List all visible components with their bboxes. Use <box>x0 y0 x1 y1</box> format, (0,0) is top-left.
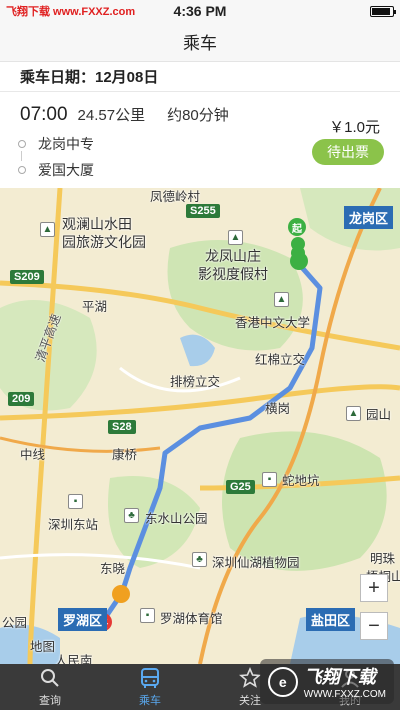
road-badge: G25 <box>226 480 255 494</box>
tab-label: 乘车 <box>139 695 161 707</box>
map-label: 中线 <box>20 448 46 462</box>
map-label: 香港中文大学 <box>235 316 311 330</box>
map-label: 深圳仙湖植物园 <box>212 556 300 570</box>
map-label: 凤德岭村 <box>150 190 201 204</box>
map-label: 观澜山水田 <box>62 216 132 232</box>
pending-ticket-button[interactable]: 待出票 <box>312 139 384 165</box>
page-title: 乘车 <box>183 34 217 53</box>
start-stop-label: 龙岗中专 <box>38 136 94 152</box>
district-label: 盐田区 <box>306 608 356 631</box>
bus-icon <box>141 668 159 688</box>
ride-date-bar: 乘车日期：12月08日 <box>0 62 400 92</box>
map-label: 深圳东站 <box>48 518 99 532</box>
attraction-icon: ▲ <box>346 406 361 421</box>
nav-bar: 乘车 <box>0 22 400 62</box>
route-waypoint[interactable] <box>290 252 308 270</box>
map-label: 园山 <box>366 408 392 422</box>
map-label: 罗湖体育馆 <box>160 612 223 626</box>
map-label: 明珠 <box>370 552 396 566</box>
map-label: 红棉立交 <box>255 353 306 367</box>
park-icon: ♣ <box>124 508 139 523</box>
map-label: 园旅游文化园 <box>62 234 146 250</box>
map-label: 人民南 <box>55 654 93 664</box>
district-label: 罗湖区 <box>58 608 108 631</box>
building-icon: ▪ <box>262 472 277 487</box>
road-badge: S209 <box>10 270 44 284</box>
zoom-out-button[interactable]: − <box>360 612 388 640</box>
watermark-brand: 飞翔下载 <box>303 667 376 687</box>
map-label: 平湖 <box>82 300 108 314</box>
map-label: 地图 <box>30 640 56 654</box>
map-label: 康桥 <box>112 448 138 462</box>
trip-duration: 约80分钟 <box>167 107 229 124</box>
current-position-marker[interactable] <box>112 585 130 603</box>
departure-time: 07:00 <box>20 104 68 125</box>
stadium-icon: ▪ <box>140 608 155 623</box>
start-marker[interactable]: 起 <box>288 218 306 236</box>
map-label: 排榜立交 <box>170 375 221 389</box>
attraction-icon: ▲ <box>40 222 55 237</box>
zoom-in-button[interactable]: + <box>360 574 388 602</box>
attraction-icon: ▲ <box>228 230 243 245</box>
park-icon: ♣ <box>192 552 207 567</box>
ride-date-label: 乘车日期：12月08日 <box>20 69 159 86</box>
map-label: 东水山公园 <box>145 512 208 526</box>
search-icon <box>41 669 59 687</box>
tab-ride[interactable]: 乘车 <box>100 664 200 710</box>
tab-label: 查询 <box>39 695 61 707</box>
road-badge: S28 <box>108 420 136 434</box>
stop-dot-icon <box>18 166 26 174</box>
watermark-logo-icon: e <box>267 666 298 697</box>
watermark-url: WWW.FXXZ.COM <box>303 689 386 700</box>
tab-label: 关注 <box>239 695 261 707</box>
district-label: 龙岗区 <box>344 206 394 229</box>
start-stop: 龙岗中专 <box>18 134 94 154</box>
route-map[interactable]: 起 终 凤德岭村 观澜山水田 园旅游文化园 龙凤山庄 影视度假村 平湖 香港中文… <box>0 188 400 664</box>
trip-distance: 24.57公里 <box>77 107 146 124</box>
end-stop-label: 爱国大厦 <box>38 162 94 178</box>
map-label: 影视度假村 <box>198 266 268 282</box>
trip-card[interactable]: 07:00 24.57公里 约80分钟 龙岗中专 爱国大厦 ￥1.0元 待出票 <box>0 92 400 188</box>
end-stop: 爱国大厦 <box>18 160 94 180</box>
status-time: 4:36 PM <box>173 3 227 19</box>
road-badge: S255 <box>186 204 220 218</box>
ticket-price: ￥1.0元 <box>329 119 380 136</box>
star-icon <box>239 666 261 688</box>
battery-icon <box>370 5 396 17</box>
map-label: 蛇地坑 <box>282 474 320 488</box>
status-bar: 飞翔下载 www.FXXZ.com 4:36 PM <box>0 0 400 22</box>
tab-search[interactable]: 查询 <box>0 664 100 710</box>
map-canvas <box>0 188 400 664</box>
train-station-icon: ▪ <box>68 494 83 509</box>
road-badge: 209 <box>8 392 35 406</box>
stop-dot-icon <box>18 140 26 148</box>
map-label: 东晓 <box>100 562 126 576</box>
school-icon: ▲ <box>274 292 289 307</box>
overlay-watermark: e 飞翔下载 WWW.FXXZ.COM <box>259 659 394 704</box>
map-label: 公园 <box>2 616 28 630</box>
map-label: 龙凤山庄 <box>205 248 261 264</box>
map-label: 横岗 <box>265 402 291 416</box>
